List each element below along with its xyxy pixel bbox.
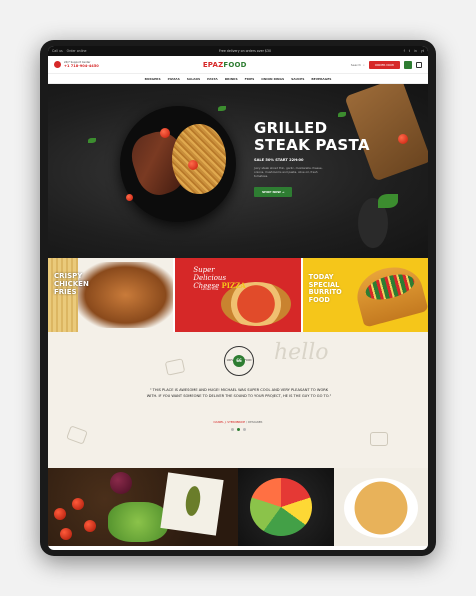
testimonial-section: hello 100% LIMITED FOOD 66 " This place … xyxy=(48,332,428,468)
hero-title: GRILLED STEAK PASTA xyxy=(254,120,370,154)
cart-icon[interactable] xyxy=(416,61,422,68)
testimonial-quote: " This place is awesome and huge! Michae… xyxy=(146,388,332,398)
shop-now-button[interactable]: SHOP NOW → xyxy=(254,187,293,197)
tomato-image xyxy=(160,128,170,138)
order-now-button[interactable]: ORDER NOW xyxy=(368,60,400,69)
arrow-right-icon: → xyxy=(281,190,285,194)
carousel-dot[interactable] xyxy=(242,428,246,431)
hero-sale: SALE 50% START 22H:00 xyxy=(254,158,304,162)
promo-label: TODAY SPECIAL BURRITO FOOD xyxy=(308,273,342,304)
food-gallery xyxy=(48,468,428,546)
search-label: Search xyxy=(350,62,362,67)
promo-line: CHICKEN xyxy=(54,280,89,288)
tomato-image xyxy=(54,508,66,520)
chicken-image xyxy=(78,262,173,328)
promo-line: CRISPY xyxy=(54,272,83,280)
herb-leaf-image xyxy=(378,194,398,208)
promo-card-burrito[interactable]: TODAY SPECIAL BURRITO FOOD xyxy=(302,258,428,332)
topbar-message: Free delivery on orders over $30 xyxy=(219,49,271,53)
herb-leaf-image xyxy=(218,106,226,111)
tomato-image xyxy=(60,528,72,540)
hero-description: Juicy steak sliced thin, garlic, mozzare… xyxy=(254,166,323,178)
badge-inner: 66 xyxy=(233,355,245,367)
nav-item-burgers[interactable]: BURGERS xyxy=(145,77,161,81)
nav-item-salads[interactable]: SALADS xyxy=(187,77,200,81)
testimonial-author: DANIEL J. STERNBRIDE / DESIGNER xyxy=(213,420,263,424)
search-button[interactable]: Search ⌕ xyxy=(351,63,365,67)
gallery-image-burger[interactable] xyxy=(48,468,238,546)
carousel-dot-active[interactable] xyxy=(236,428,240,431)
promo-line: Super xyxy=(193,266,215,274)
nav-item-pizzas[interactable]: PIZZAS xyxy=(168,77,180,81)
burger-doodle-icon xyxy=(370,432,388,446)
hello-script: hello xyxy=(274,340,329,365)
promo-row: CRISPY CHICKEN FRIES Super Delicious Che… xyxy=(48,258,428,332)
logo-part-a: EPAZ xyxy=(202,60,224,69)
youtube-icon[interactable]: yt xyxy=(421,49,424,53)
herb-leaf-image xyxy=(338,112,346,117)
facebook-icon[interactable]: f xyxy=(404,49,405,53)
linkedin-icon[interactable]: in xyxy=(414,49,417,53)
phone-icon xyxy=(54,61,61,68)
pizza-doodle-icon xyxy=(164,358,186,376)
onion-image xyxy=(110,472,132,494)
hotline-number: +1 718-904-4450 xyxy=(64,64,99,68)
badge-icon: 100% LIMITED FOOD 66 xyxy=(224,346,254,376)
hotline[interactable]: 24/7 Support Center +1 718-904-4450 xyxy=(54,61,99,68)
promo-script: Super Delicious Cheese PIZZA xyxy=(193,266,245,290)
hero-title-line-1: GRILLED xyxy=(254,119,328,137)
shop-now-label: SHOP NOW xyxy=(262,190,281,194)
top-bar: Call us Order online Free delivery on or… xyxy=(48,46,428,56)
author-name: DANIEL J. STERNBRIDE xyxy=(213,420,246,424)
lettuce-image xyxy=(108,502,168,542)
nav-item-onion-rings[interactable]: ONION RINGS xyxy=(261,77,284,81)
hero-banner: GRILLED STEAK PASTA SALE 50% START 22H:0… xyxy=(48,84,428,258)
nav-item-drinks[interactable]: DRINKS xyxy=(225,77,238,81)
page-screen: Call us Order online Free delivery on or… xyxy=(48,46,428,550)
tomato-image xyxy=(126,194,133,201)
promo-card-chicken[interactable]: CRISPY CHICKEN FRIES xyxy=(48,258,174,332)
promo-line: FRIES xyxy=(54,288,77,296)
topbar-order[interactable]: Order online xyxy=(67,49,87,53)
pasta-image xyxy=(172,124,226,194)
tomato-image xyxy=(84,520,96,532)
author-role: DESIGNER xyxy=(247,420,263,424)
salad-bowl-image xyxy=(250,478,312,536)
category-nav: BURGERS PIZZAS SALADS PASTA DRINKS FRIES… xyxy=(48,74,428,84)
tomato-image xyxy=(72,498,84,510)
nav-item-sauces[interactable]: SAUCES xyxy=(291,77,304,81)
promo-sub: Limited Time xyxy=(201,288,219,291)
carousel-dot[interactable] xyxy=(230,428,234,431)
promo-label: CRISPY CHICKEN FRIES xyxy=(54,272,89,296)
promo-card-pizza[interactable]: Super Delicious Cheese PIZZA Limited Tim… xyxy=(175,258,301,332)
logo-part-b: FOOD xyxy=(223,60,247,69)
twitter-icon[interactable]: t xyxy=(409,49,410,53)
search-icon: ⌕ xyxy=(363,62,365,67)
device-frame: Call us Order online Free delivery on or… xyxy=(40,40,436,556)
nav-item-fries[interactable]: FRIES xyxy=(245,77,255,81)
nav-item-beverages[interactable]: BEVERAGES xyxy=(311,77,331,81)
promo-line: PIZZA xyxy=(221,281,246,290)
site-logo[interactable]: EPAZFOOD xyxy=(203,61,247,69)
carousel-dots xyxy=(48,428,428,431)
hero-text: GRILLED STEAK PASTA SALE 50% START 22H:0… xyxy=(254,120,370,197)
site-header: 24/7 Support Center +1 718-904-4450 EPAZ… xyxy=(48,56,428,74)
tomato-image xyxy=(398,134,408,144)
tomato-image xyxy=(188,160,198,170)
promo-line: FOOD xyxy=(308,295,330,304)
nuggets-plate-image xyxy=(344,478,418,538)
topbar-call[interactable]: Call us xyxy=(52,49,63,53)
gallery-image-salad[interactable] xyxy=(238,468,334,546)
nav-item-pasta[interactable]: PASTA xyxy=(207,77,218,81)
hamburger-menu-icon[interactable] xyxy=(404,60,412,69)
herb-leaf-image xyxy=(88,138,96,143)
hero-title-line-2: STEAK PASTA xyxy=(254,136,370,154)
gallery-image-nuggets[interactable] xyxy=(334,468,428,546)
